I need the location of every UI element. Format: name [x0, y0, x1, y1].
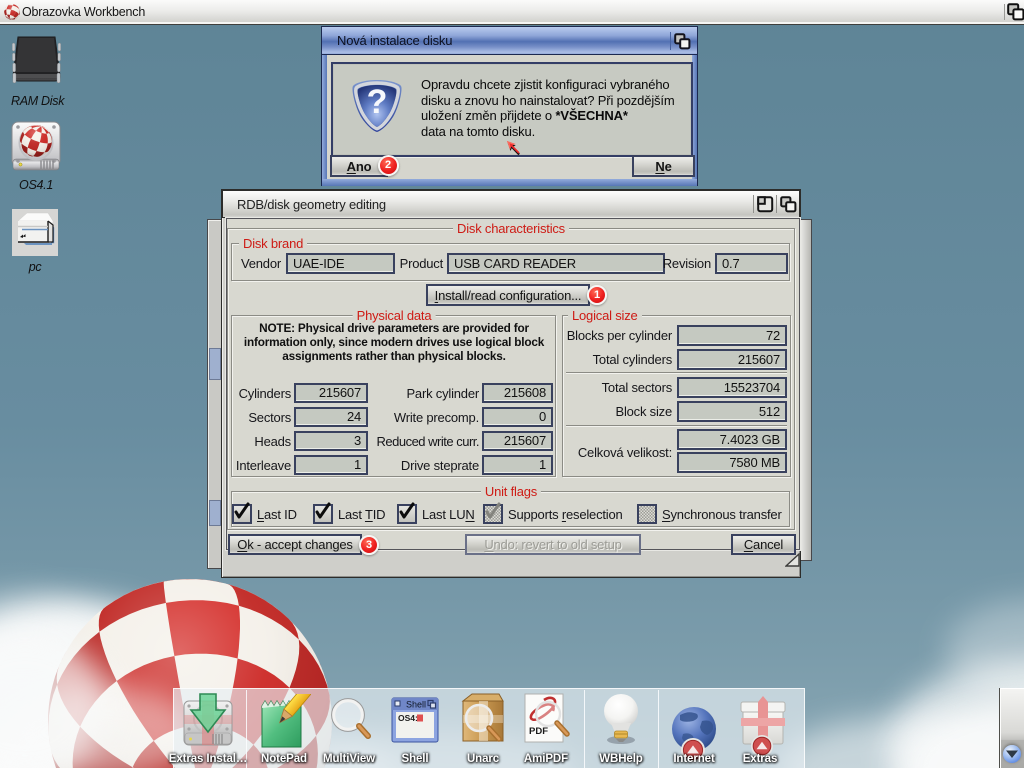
svg-text:PDF: PDF: [529, 726, 548, 737]
svg-text:OS4:: OS4:: [398, 713, 418, 723]
svg-text:?: ?: [367, 83, 388, 121]
svg-text:Shell: Shell: [406, 700, 426, 710]
